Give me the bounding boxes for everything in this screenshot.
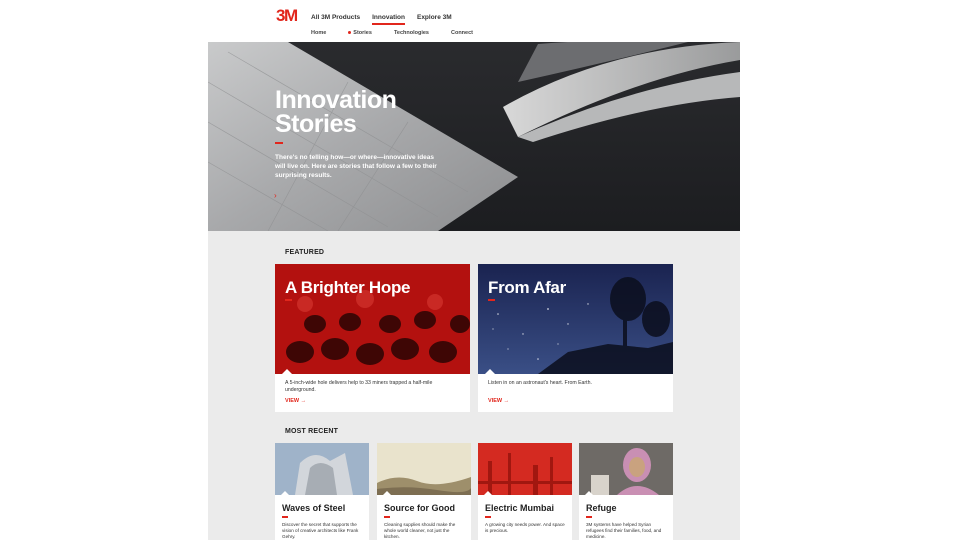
recent-title-rule — [485, 516, 491, 518]
recent-title-rule — [384, 516, 390, 518]
page: 3M All 3M Products Innovation Explore 3M… — [0, 0, 960, 540]
recent-image-refugee — [579, 443, 673, 495]
featured-label: FEATURED — [285, 249, 325, 256]
featured-card-brighter-hope[interactable]: A Brighter Hope A 5-inch-wide hole deliv… — [275, 264, 470, 412]
recent-image-power-plant — [478, 443, 572, 495]
nav-innovation[interactable]: Innovation — [372, 14, 405, 25]
content-area: FEATURED A Brighter Hope A 5-inch-wide h… — [208, 231, 740, 540]
featured-title: A Brighter Hope — [285, 278, 411, 297]
recent-card-refuge[interactable]: Refuge 3M systems have helped Syrian ref… — [579, 443, 673, 540]
card-notch — [281, 491, 289, 495]
view-link[interactable]: VIEW → — [488, 398, 509, 404]
recent-title-rule — [282, 516, 288, 518]
hero-arrow-icon[interactable]: › — [274, 191, 277, 200]
hero-title: Innovation Stories — [275, 86, 397, 138]
sub-nav: Home Stories Technologies Connect — [311, 30, 495, 36]
recent-title: Waves of Steel — [282, 503, 346, 513]
featured-description: Listen in on an astronaut's heart. From … — [488, 380, 592, 386]
subnav-home[interactable]: Home — [311, 30, 326, 36]
recent-image-building — [275, 443, 369, 495]
featured-title: From Afar — [488, 278, 566, 297]
brand-logo[interactable]: 3M — [276, 6, 298, 26]
featured-title-rule — [285, 299, 292, 301]
subnav-connect[interactable]: Connect — [451, 30, 473, 36]
primary-nav: All 3M Products Innovation Explore 3M — [311, 14, 452, 25]
recent-image-landscape — [377, 443, 471, 495]
nav-explore[interactable]: Explore 3M — [417, 14, 452, 25]
hero-title-line1: Innovation — [275, 86, 397, 114]
card-notch — [383, 491, 391, 495]
recent-title-rule — [586, 516, 592, 518]
featured-card-from-afar[interactable]: From Afar Listen in on an astronaut's he… — [478, 264, 673, 412]
hero-description: There's no telling how—or where—innovati… — [275, 154, 437, 179]
view-link[interactable]: VIEW → — [285, 398, 306, 404]
recent-description: Cleaning supplies should make the whole … — [384, 522, 456, 539]
card-notch — [585, 491, 593, 495]
active-dot-icon — [348, 31, 352, 35]
recent-description: 3M systems have helped Syrian refugees f… — [586, 522, 662, 539]
recent-card-source-for-good[interactable]: Source for Good Cleaning supplies should… — [377, 443, 471, 540]
card-notch — [485, 369, 495, 374]
recent-card-waves-of-steel[interactable]: Waves of Steel Discover the secret that … — [275, 443, 369, 540]
recent-description: A growing city needs power. And space is… — [485, 522, 565, 533]
nav-all-products[interactable]: All 3M Products — [311, 14, 360, 25]
recent-title: Source for Good — [384, 503, 456, 513]
recent-card-electric-mumbai[interactable]: Electric Mumbai A growing city needs pow… — [478, 443, 572, 540]
card-notch — [484, 491, 492, 495]
hero-title-rule — [275, 142, 283, 144]
featured-description: A 5-inch-wide hole delivers help to 33 m… — [285, 380, 433, 393]
recent-title: Electric Mumbai — [485, 503, 555, 513]
subnav-technologies[interactable]: Technologies — [394, 30, 429, 36]
hero-banner: Innovation Stories There's no telling ho… — [208, 42, 740, 231]
subnav-stories-label: Stories — [353, 30, 372, 36]
hero-title-line2: Stories — [275, 110, 357, 138]
recent-description: Discover the secret that supports the vi… — [282, 522, 359, 539]
subnav-stories[interactable]: Stories — [348, 30, 372, 36]
card-notch — [282, 369, 292, 374]
featured-title-rule — [488, 299, 495, 301]
recent-title: Refuge — [586, 503, 617, 513]
most-recent-label: MOST RECENT — [285, 428, 339, 435]
